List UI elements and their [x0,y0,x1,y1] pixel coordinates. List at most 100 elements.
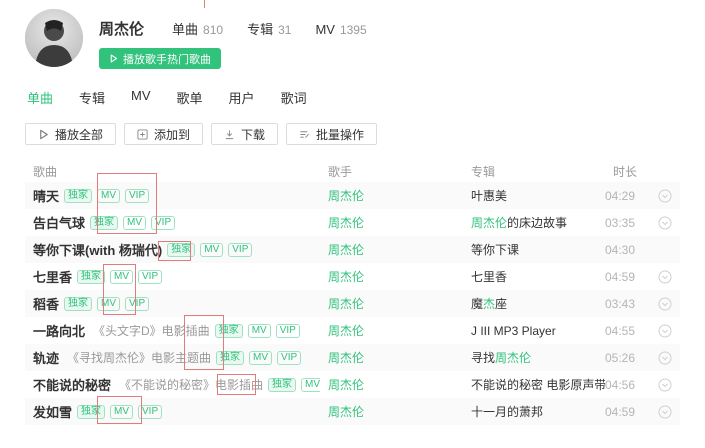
tag-VIP: VIP [125,188,150,203]
tab-playlists[interactable]: 歌单 [177,88,203,107]
artist-link[interactable]: 周杰伦 [328,378,364,392]
album-link[interactable]: 七里香 [463,268,605,285]
duration: 04:59 [605,269,636,284]
artist-link[interactable]: 周杰伦 [328,351,364,365]
add-to-icon [137,128,148,140]
expand-button[interactable] [658,324,672,338]
play-hot-songs-button[interactable]: 播放歌手热门歌曲 [99,48,221,69]
album-link[interactable]: 不能说的秘密 电影原声带 [463,376,605,393]
tag-MV: MV [200,242,224,257]
song-tags: 独家MVVIP [162,242,253,257]
stat-albums: 专辑 31 [247,22,292,37]
duration: 04:59 [605,404,636,419]
play-icon [110,54,118,63]
song-tags: 独家MVVIP [72,404,163,419]
tag-VIP: VIP [138,404,163,419]
expand-button[interactable] [658,270,672,284]
column-header-album: 专辑 [471,164,496,179]
tag-MV: MV [110,269,134,284]
duration: 03:43 [605,296,636,311]
song-row: 七里香 独家 MV VIP 周杰伦 七里香 04:59 [25,263,680,290]
tag-MV: MV [301,377,320,392]
duration: 04:29 [605,188,636,203]
song-title[interactable]: 等你下课(with 杨瑞代) [33,240,162,259]
song-title[interactable]: 七里香 [33,267,72,286]
duration: 04:55 [605,323,636,338]
song-title[interactable]: 晴天 [33,186,59,205]
tag-独家: 独家 [90,215,119,230]
tag-MV: MV [97,296,121,311]
tab-mv[interactable]: MV [131,88,151,107]
song-row: 告白气球 独家 MV VIP 周杰伦 周杰伦的床边故事 03:35 [25,209,680,236]
album-link[interactable]: 十一月的萧邦 [463,403,605,420]
song-row: 等你下课(with 杨瑞代) 独家 MV VIP 周杰伦 等你下课 04:30 [25,236,680,263]
tag-独家: 独家 [216,350,245,365]
page: 周杰伦 单曲 810 专辑 31 MV 1395 播放歌手热门歌曲 单曲 专辑 MV … [0,0,705,448]
artist-profile: 周杰伦 单曲 810 专辑 31 MV 1395 播放歌手热门歌曲 [25,9,391,69]
song-tags: 独家 MV VIP [210,323,300,338]
tag-VIP: VIP [125,296,150,311]
artist-link[interactable]: 周杰伦 [328,243,364,257]
tab-users[interactable]: 用户 [229,88,255,107]
song-tags: 独家MVVIP [72,269,163,284]
song-row: 稻香 独家 MV VIP 周杰伦 魔杰座 03:43 [25,290,680,317]
duration: 04:56 [605,377,636,392]
album-link[interactable]: 寻找周杰伦 [463,349,605,366]
tag-独家: 独家 [64,188,93,203]
artist-link[interactable]: 周杰伦 [328,189,364,203]
song-title[interactable]: 轨迹 [33,348,59,367]
album-link[interactable]: 周杰伦的床边故事 [463,214,605,231]
artist-link[interactable]: 周杰伦 [328,324,364,338]
album-link[interactable]: 魔杰座 [463,295,605,312]
song-title[interactable]: 一路向北 [33,321,85,340]
expand-button[interactable] [658,216,672,230]
artist-link[interactable]: 周杰伦 [328,297,364,311]
duration: 05:26 [605,350,636,365]
song-tags: 独家MVVIP [85,215,176,230]
tag-VIP: VIP [275,323,300,338]
stat-mv: MV 1395 [315,22,367,37]
song-table: 歌曲 歌手 专辑 时长 晴天 独家 MV VIP 周杰伦 叶惠美 04:29 告… [25,160,680,425]
expand-button[interactable] [658,189,672,203]
tag-独家: 独家 [64,296,93,311]
tag-独家: 独家 [268,377,297,392]
tab-lyrics[interactable]: 歌词 [281,88,307,107]
song-tags: 独家 MV VIP [59,296,150,311]
expand-button[interactable] [658,405,672,419]
tab-albums[interactable]: 专辑 [79,88,105,107]
song-title[interactable]: 告白气球 [33,213,85,232]
play-all-button[interactable]: 播放全部 [25,123,117,145]
song-title[interactable]: 不能说的秘密 [33,375,111,394]
song-title[interactable]: 发如雪 [33,402,72,421]
tab-singles[interactable]: 单曲 [27,88,53,107]
album-link[interactable]: J III MP3 Player [463,324,605,338]
album-link[interactable]: 叶惠美 [463,187,605,204]
tag-MV: MV [123,215,147,230]
artist-link[interactable]: 周杰伦 [328,405,364,419]
song-subtitle: 《不能说的秘密》电影插曲 [119,378,264,392]
artist-link[interactable]: 周杰伦 [328,216,364,230]
song-toolbar: 播放全部 添加到 下载 批量操作 [25,123,378,145]
tag-VIP: VIP [228,242,253,257]
expand-button[interactable] [658,378,672,392]
song-title[interactable]: 稻香 [33,294,59,313]
tag-独家: 独家 [214,323,243,338]
tag-独家: 独家 [77,404,106,419]
expand-button[interactable] [658,351,672,365]
artist-avatar[interactable] [25,9,83,67]
tag-独家: 独家 [77,269,106,284]
artist-link[interactable]: 周杰伦 [328,270,364,284]
download-button[interactable]: 下载 [211,123,279,145]
artist-name[interactable]: 周杰伦 [99,18,144,39]
song-list: 晴天 独家 MV VIP 周杰伦 叶惠美 04:29 告白气球 独家 MV VIP 周杰… [25,182,680,425]
album-link[interactable]: 等你下课 [463,241,605,258]
batch-ops-button[interactable]: 批量操作 [286,123,378,145]
tag-MV: MV [247,323,271,338]
duration: 03:35 [605,215,636,230]
song-row: 晴天 独家 MV VIP 周杰伦 叶惠美 04:29 [25,182,680,209]
song-tags: 独家MVVIP [263,377,320,392]
song-tags: 独家MVVIP [211,350,302,365]
expand-button[interactable] [658,297,672,311]
column-header-artist: 歌手 [328,164,353,179]
add-to-button[interactable]: 添加到 [124,123,204,145]
